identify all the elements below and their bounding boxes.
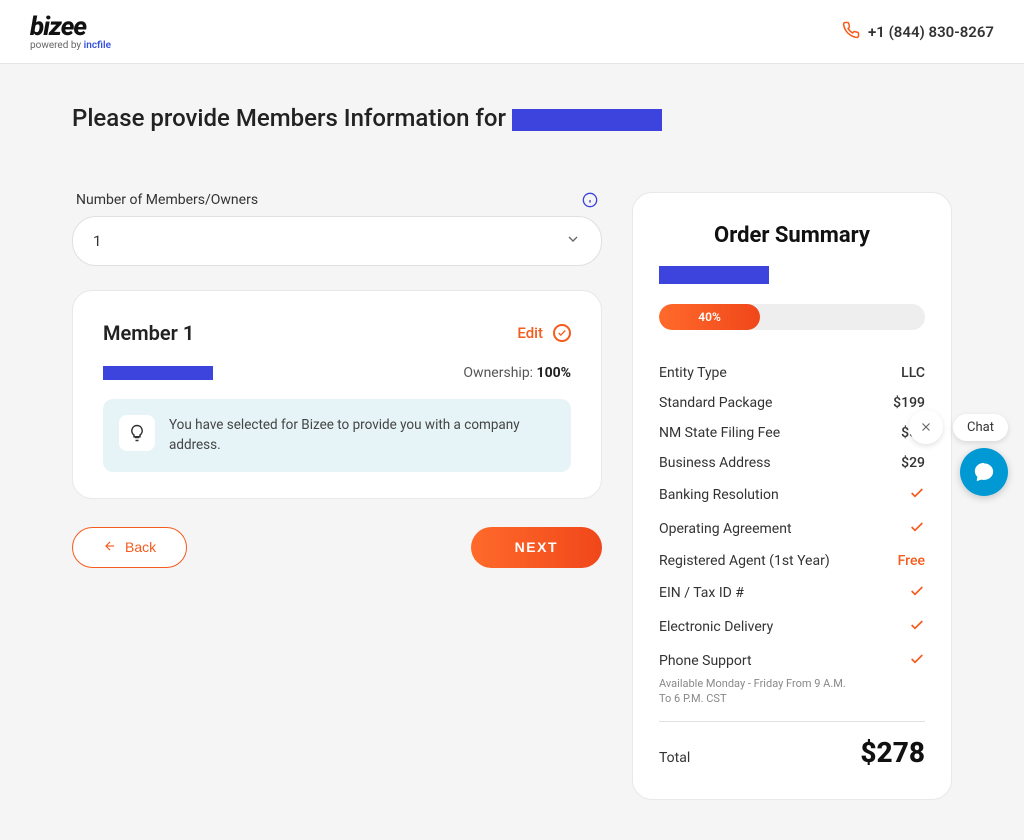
- summary-row-label: Registered Agent (1st Year): [659, 553, 830, 569]
- summary-row-label: NM State Filing Fee: [659, 425, 780, 441]
- check-icon: [909, 485, 925, 505]
- members-count-value: 1: [93, 232, 101, 250]
- progress-bar: 40%: [659, 304, 925, 330]
- summary-row-label: EIN / Tax ID #: [659, 585, 744, 601]
- summary-row-label: Business Address: [659, 455, 771, 471]
- availability-note: Available Monday - Friday From 9 A.M. To…: [659, 676, 859, 707]
- members-count-select[interactable]: 1: [72, 216, 602, 266]
- order-summary: Order Summary 40% Entity Type LLC Standard…: [632, 192, 952, 800]
- lightbulb-icon: [119, 415, 155, 451]
- summary-row: Registered Agent (1st Year) Free: [659, 546, 925, 576]
- phone-link[interactable]: +1 (844) 830-8267: [842, 21, 994, 43]
- summary-row: EIN / Tax ID #: [659, 576, 925, 610]
- check-circle-icon: [553, 324, 571, 342]
- logo-sub: powered by incfile: [30, 40, 111, 51]
- check-icon: [909, 651, 925, 671]
- note-text: You have selected for Bizee to provide y…: [169, 415, 555, 456]
- summary-row: Electronic Delivery: [659, 610, 925, 644]
- summary-row-label: Standard Package: [659, 395, 772, 411]
- phone-icon: [842, 21, 860, 43]
- chat-bubble-button[interactable]: [960, 448, 1008, 496]
- logo[interactable]: bizee powered by incfile: [30, 12, 111, 51]
- member-title: Member 1: [103, 321, 194, 345]
- summary-row: Entity Type LLC: [659, 358, 925, 388]
- summary-row: NM State Filing Fee$50: [659, 418, 925, 448]
- redacted-summary-company: [659, 266, 769, 284]
- summary-row-value: $29: [901, 455, 925, 471]
- summary-row: Phone Support: [659, 644, 925, 678]
- summary-title: Order Summary: [659, 223, 925, 248]
- chevron-down-icon: [565, 231, 581, 251]
- divider: [659, 721, 925, 722]
- address-note: You have selected for Bizee to provide y…: [103, 399, 571, 472]
- page-title: Please provide Members Information for: [72, 104, 952, 132]
- logo-main: bizee: [30, 12, 111, 42]
- site-header: bizee powered by incfile +1 (844) 830-82…: [0, 0, 1024, 64]
- ownership-text: Ownership: 100%: [463, 365, 571, 381]
- summary-row: Operating Agreement: [659, 512, 925, 546]
- total-label: Total: [659, 750, 690, 766]
- total-value: $278: [860, 736, 925, 769]
- summary-row: Banking Resolution: [659, 478, 925, 512]
- next-button[interactable]: NEXT: [471, 527, 602, 568]
- check-icon: [909, 583, 925, 603]
- summary-row-value: $199: [893, 395, 925, 411]
- summary-row-label: Phone Support: [659, 653, 752, 669]
- members-count-label: Number of Members/Owners: [76, 192, 258, 208]
- check-icon: [909, 519, 925, 539]
- left-column: Number of Members/Owners 1 Member 1 Edit: [72, 192, 602, 568]
- member-card: Member 1 Edit Ownership: 100% You h: [72, 290, 602, 499]
- progress-fill: 40%: [659, 304, 760, 330]
- summary-row-value: LLC: [901, 365, 925, 381]
- redacted-company-name: [512, 109, 662, 131]
- summary-row-value: Free: [898, 553, 925, 569]
- back-button[interactable]: Back: [72, 527, 187, 568]
- arrow-left-icon: [103, 539, 117, 556]
- redacted-member-name: [103, 366, 213, 380]
- summary-row: Business Address $29: [659, 448, 925, 478]
- edit-button[interactable]: Edit: [517, 324, 543, 342]
- close-chat-button[interactable]: [909, 410, 943, 444]
- info-icon[interactable]: [582, 192, 598, 208]
- summary-row-label: Electronic Delivery: [659, 619, 773, 635]
- check-icon: [909, 617, 925, 637]
- summary-row-label: Operating Agreement: [659, 521, 792, 537]
- summary-row-label: Entity Type: [659, 365, 727, 381]
- phone-number: +1 (844) 830-8267: [868, 23, 994, 41]
- summary-row-label: Banking Resolution: [659, 487, 779, 503]
- summary-row: Standard Package $199: [659, 388, 925, 418]
- chat-label[interactable]: Chat: [953, 414, 1008, 441]
